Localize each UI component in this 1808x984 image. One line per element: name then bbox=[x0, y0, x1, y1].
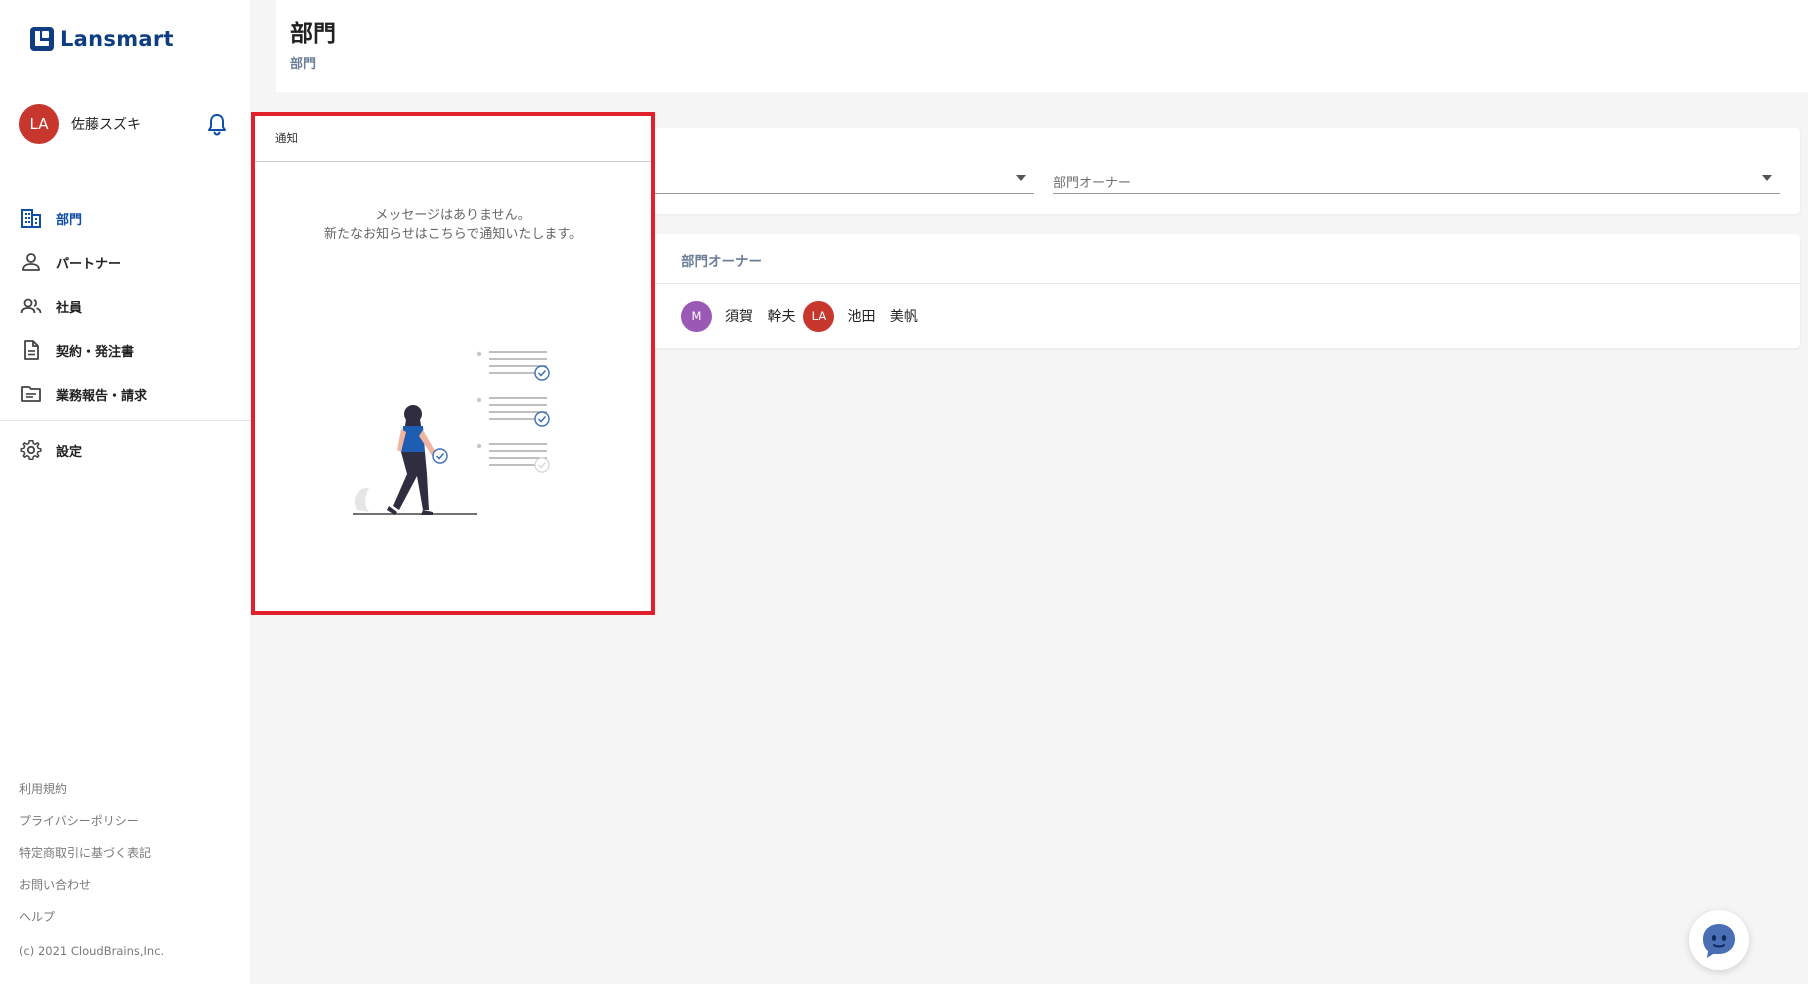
caret-down-icon bbox=[1016, 175, 1026, 181]
chat-bot-icon bbox=[1703, 924, 1735, 958]
page-title: 部門 bbox=[290, 21, 336, 47]
notification-empty-message: メッセージはありません。 新たなお知らせはこちらで通知いたします。 bbox=[255, 206, 651, 244]
nav-item-departments[interactable]: 部門 bbox=[0, 196, 250, 240]
footer-link-privacy[interactable]: プライバシーポリシー bbox=[19, 812, 151, 844]
nav-item-reports[interactable]: 業務報告・請求 bbox=[0, 372, 250, 416]
user-name: 佐藤スズキ bbox=[71, 117, 141, 133]
footer-link-terms[interactable]: 利用規約 bbox=[19, 780, 151, 812]
column-header-owner[interactable]: 部門オーナー bbox=[681, 250, 762, 270]
user-avatar[interactable]: LA bbox=[19, 104, 59, 144]
owner-name: 池田 美帆 bbox=[847, 309, 918, 325]
nav-item-settings[interactable]: 設定 bbox=[0, 428, 250, 472]
copyright: (c) 2021 CloudBrains,Inc. bbox=[19, 944, 165, 958]
main-nav: 部門 パートナー 社員 契約・発注書 業務報告・請求 bbox=[0, 196, 250, 416]
logo-text: Lansmart bbox=[60, 27, 174, 51]
chat-button[interactable] bbox=[1689, 910, 1749, 970]
people-icon bbox=[20, 298, 42, 314]
nav-item-employees[interactable]: 社員 bbox=[0, 284, 250, 328]
avatar: M bbox=[681, 300, 712, 332]
nav-divider bbox=[0, 420, 250, 421]
caret-down-icon bbox=[1762, 175, 1772, 181]
footer-link-commerce[interactable]: 特定商取引に基づく表記 bbox=[19, 844, 151, 876]
footer-links: 利用規約 プライバシーポリシー 特定商取引に基づく表記 お問い合わせ ヘルプ bbox=[19, 780, 151, 940]
settings-nav: 設定 bbox=[0, 428, 250, 472]
empty-message-line2: 新たなお知らせはこちらで通知いたします。 bbox=[323, 227, 583, 242]
owner-select-placeholder: 部門オーナー bbox=[1053, 176, 1132, 191]
footer-link-contact[interactable]: お問い合わせ bbox=[19, 876, 151, 908]
building-icon bbox=[21, 209, 41, 228]
sidebar: Lansmart LA 佐藤スズキ 部門 パートナー 社員 契約・発注書 業務報… bbox=[0, 0, 250, 984]
owner-chip: LA 池田 美帆 bbox=[803, 300, 918, 332]
empty-notification-illustration bbox=[353, 351, 550, 515]
nav-label: 社員 bbox=[56, 300, 83, 316]
footer-link-help[interactable]: ヘルプ bbox=[19, 908, 151, 940]
nav-label: 部門 bbox=[56, 212, 83, 228]
nav-label: 設定 bbox=[56, 444, 83, 460]
nav-item-contracts[interactable]: 契約・発注書 bbox=[0, 328, 250, 372]
owner-select[interactable]: 部門オーナー bbox=[1053, 164, 1780, 194]
nav-label: 業務報告・請求 bbox=[56, 388, 148, 404]
person-icon bbox=[22, 253, 40, 271]
nav-label: 契約・発注書 bbox=[56, 344, 135, 360]
folder-icon bbox=[21, 386, 41, 402]
nav-item-partners[interactable]: パートナー bbox=[0, 240, 250, 284]
gear-icon bbox=[20, 440, 42, 460]
user-profile: LA 佐藤スズキ bbox=[19, 104, 231, 144]
logo-mark-icon bbox=[30, 27, 54, 51]
empty-message-line1: メッセージはありません。 bbox=[375, 208, 531, 223]
page-header: 部門 部門 bbox=[276, 0, 1808, 92]
app-logo[interactable]: Lansmart bbox=[30, 26, 174, 52]
bell-icon[interactable] bbox=[206, 112, 228, 136]
notification-popup: 通知 メッセージはありません。 新たなお知らせはこちらで通知いたします。 bbox=[251, 112, 655, 615]
owner-chip: M 須賀 幹夫 bbox=[681, 300, 796, 332]
breadcrumb[interactable]: 部門 bbox=[290, 53, 316, 72]
document-icon bbox=[24, 340, 39, 360]
notification-divider bbox=[255, 161, 651, 162]
notification-title: 通知 bbox=[275, 131, 298, 145]
nav-label: パートナー bbox=[56, 256, 122, 272]
avatar: LA bbox=[803, 300, 835, 332]
table-row[interactable]: M 須賀 幹夫 LA 池田 美帆 bbox=[681, 300, 926, 332]
owner-name: 須賀 幹夫 bbox=[725, 309, 796, 325]
